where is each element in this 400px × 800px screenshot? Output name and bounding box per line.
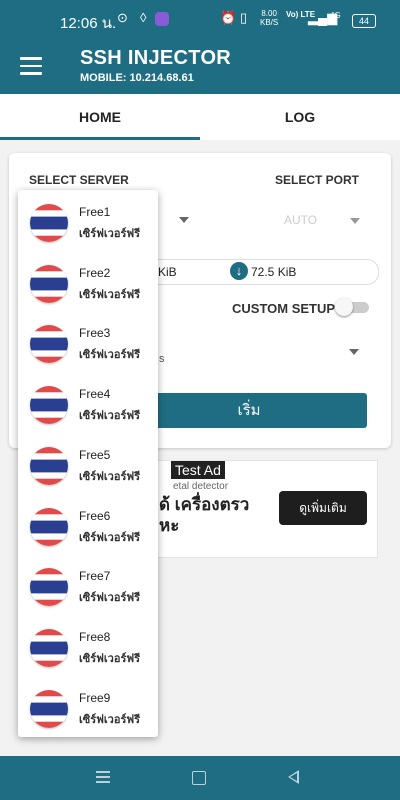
server-item[interactable]: Free5 เซิร์ฟเวอร์ฟรี (18, 433, 158, 493)
start-button[interactable]: เริ่ม (131, 393, 367, 428)
custom-setup-toggle[interactable] (335, 298, 369, 316)
select-port-label: SELECT PORT (275, 173, 360, 187)
server-name: Free4 (79, 387, 111, 402)
tab-log[interactable]: LOG (200, 94, 400, 140)
thailand-flag-icon (30, 204, 68, 242)
recent-apps-icon[interactable] (96, 771, 110, 783)
port-select[interactable]: AUTO (284, 213, 366, 229)
server-desc: เซิร์ฟเวอร์ฟรี (79, 713, 141, 726)
server-dropdown: Free1 เซิร์ฟเวอร์ฟรี Free2 เซิร์ฟเวอร์ฟรี Fr… (18, 190, 158, 737)
thailand-flag-icon (30, 568, 68, 607)
app-bar: SSH INJECTOR MOBILE: 10.214.68.61 (0, 40, 400, 94)
alarm-icon: ⏰ (220, 10, 237, 25)
download-stat: 72.5 KiB (251, 265, 297, 279)
ad-subtext: etal detector (173, 481, 229, 492)
server-item[interactable]: Free3 เซิร์ฟเวอร์ฟรี (18, 311, 158, 371)
tab-bar: HOME LOG (0, 94, 400, 140)
vibrate-icon: ▯ (240, 10, 248, 25)
server-item[interactable]: Free9 เซิร์ฟเวอร์ฟรี (18, 676, 158, 736)
speed-unit: KB/S (260, 18, 279, 27)
notification-icon-2: ◊ (140, 10, 147, 25)
server-item[interactable]: Free8 เซิร์ฟเวอร์ฟรี (18, 615, 158, 675)
server-desc: เซิร์ฟเวอร์ฟรี (79, 652, 141, 665)
server-name: Free5 (79, 447, 111, 462)
home-icon[interactable] (192, 771, 206, 785)
server-name: Free2 (79, 265, 111, 280)
select-server-label: SELECT SERVER (29, 173, 129, 187)
server-desc: เซิร์ฟเวอร์ฟรี (79, 592, 141, 605)
system-nav-bar (0, 756, 400, 800)
port-chevron-down-icon (350, 218, 360, 224)
server-name: Free6 (79, 508, 111, 523)
app-subtitle: MOBILE: 10.214.68.61 (80, 72, 194, 84)
download-arrow-icon: ↓ (230, 262, 248, 280)
notification-icon: ⊙ (117, 10, 128, 25)
thailand-flag-icon (30, 386, 68, 425)
status-bar: 12:06 น. ⊙ ◊ ⏰ ▯ 8.00 KB/S Vo) LTE ▂▄▆ 4… (0, 0, 400, 40)
ad-headline-line2: หะ (159, 516, 180, 535)
ad-banner[interactable]: Test Ad etal detector ด้ เครื่องตรว หะ ด… (120, 460, 378, 558)
traffic-stats: 3 KiB ↓ 72.5 KiB (131, 259, 379, 285)
test-ad-badge: Test Ad (171, 461, 225, 479)
battery-icon: 44 (352, 14, 376, 28)
network-type: 4G (330, 11, 341, 20)
server-item[interactable]: Free1 เซิร์ฟเวอร์ฟรี (18, 190, 158, 250)
server-desc: เซิร์ฟเวอร์ฟรี (79, 288, 141, 301)
ad-cta-button[interactable]: ดูเพิ่มเติม (279, 491, 367, 525)
thailand-flag-icon (30, 628, 68, 667)
server-desc: เซิร์ฟเวอร์ฟรี (79, 349, 141, 362)
server-desc: เซิร์ฟเวอร์ฟรี (79, 228, 141, 240)
tab-home[interactable]: HOME (0, 94, 200, 140)
server-item[interactable]: Free7 เซิร์ฟเวอร์ฟรี (18, 554, 158, 614)
server-name: Free1 (79, 205, 111, 219)
server-item[interactable]: Free2 เซิร์ฟเวอร์ฟรี (18, 251, 158, 311)
server-desc: เซิร์ฟเวอร์ฟรี (79, 410, 141, 423)
server-item[interactable]: Free6 เซิร์ฟเวอร์ฟรี (18, 494, 158, 554)
thailand-flag-icon (30, 264, 68, 303)
ad-headline-line1: ด้ เครื่องตรว (159, 495, 250, 514)
status-time: 12:06 น. (60, 15, 117, 32)
server-desc: เซิร์ฟเวอร์ฟรี (79, 470, 141, 483)
app-notification-icon (155, 12, 169, 26)
speed-value: 8.00 (261, 9, 277, 18)
method-select-value: s (159, 353, 165, 365)
server-name: Free9 (79, 690, 111, 705)
thailand-flag-icon (30, 689, 68, 728)
server-desc: เซิร์ฟเวอร์ฟรี (79, 531, 141, 544)
app-title: SSH INJECTOR (80, 47, 232, 69)
server-name: Free3 (79, 326, 111, 341)
server-name: Free7 (79, 569, 111, 584)
server-chevron-down-icon[interactable] (179, 217, 189, 223)
back-icon[interactable] (288, 770, 299, 784)
ad-headline: ด้ เครื่องตรว หะ (159, 494, 249, 536)
custom-setup-label: CUSTOM SETUP (232, 301, 336, 316)
thailand-flag-icon (30, 446, 68, 485)
network-speed: 8.00 KB/S (260, 9, 278, 27)
port-value: AUTO (284, 213, 318, 227)
thailand-flag-icon (30, 507, 68, 546)
server-item[interactable]: Free4 เซิร์ฟเวอร์ฟรี (18, 372, 158, 432)
menu-icon[interactable] (20, 57, 42, 75)
method-chevron-down-icon[interactable] (349, 349, 359, 355)
thailand-flag-icon (30, 325, 68, 364)
server-name: Free8 (79, 629, 111, 644)
